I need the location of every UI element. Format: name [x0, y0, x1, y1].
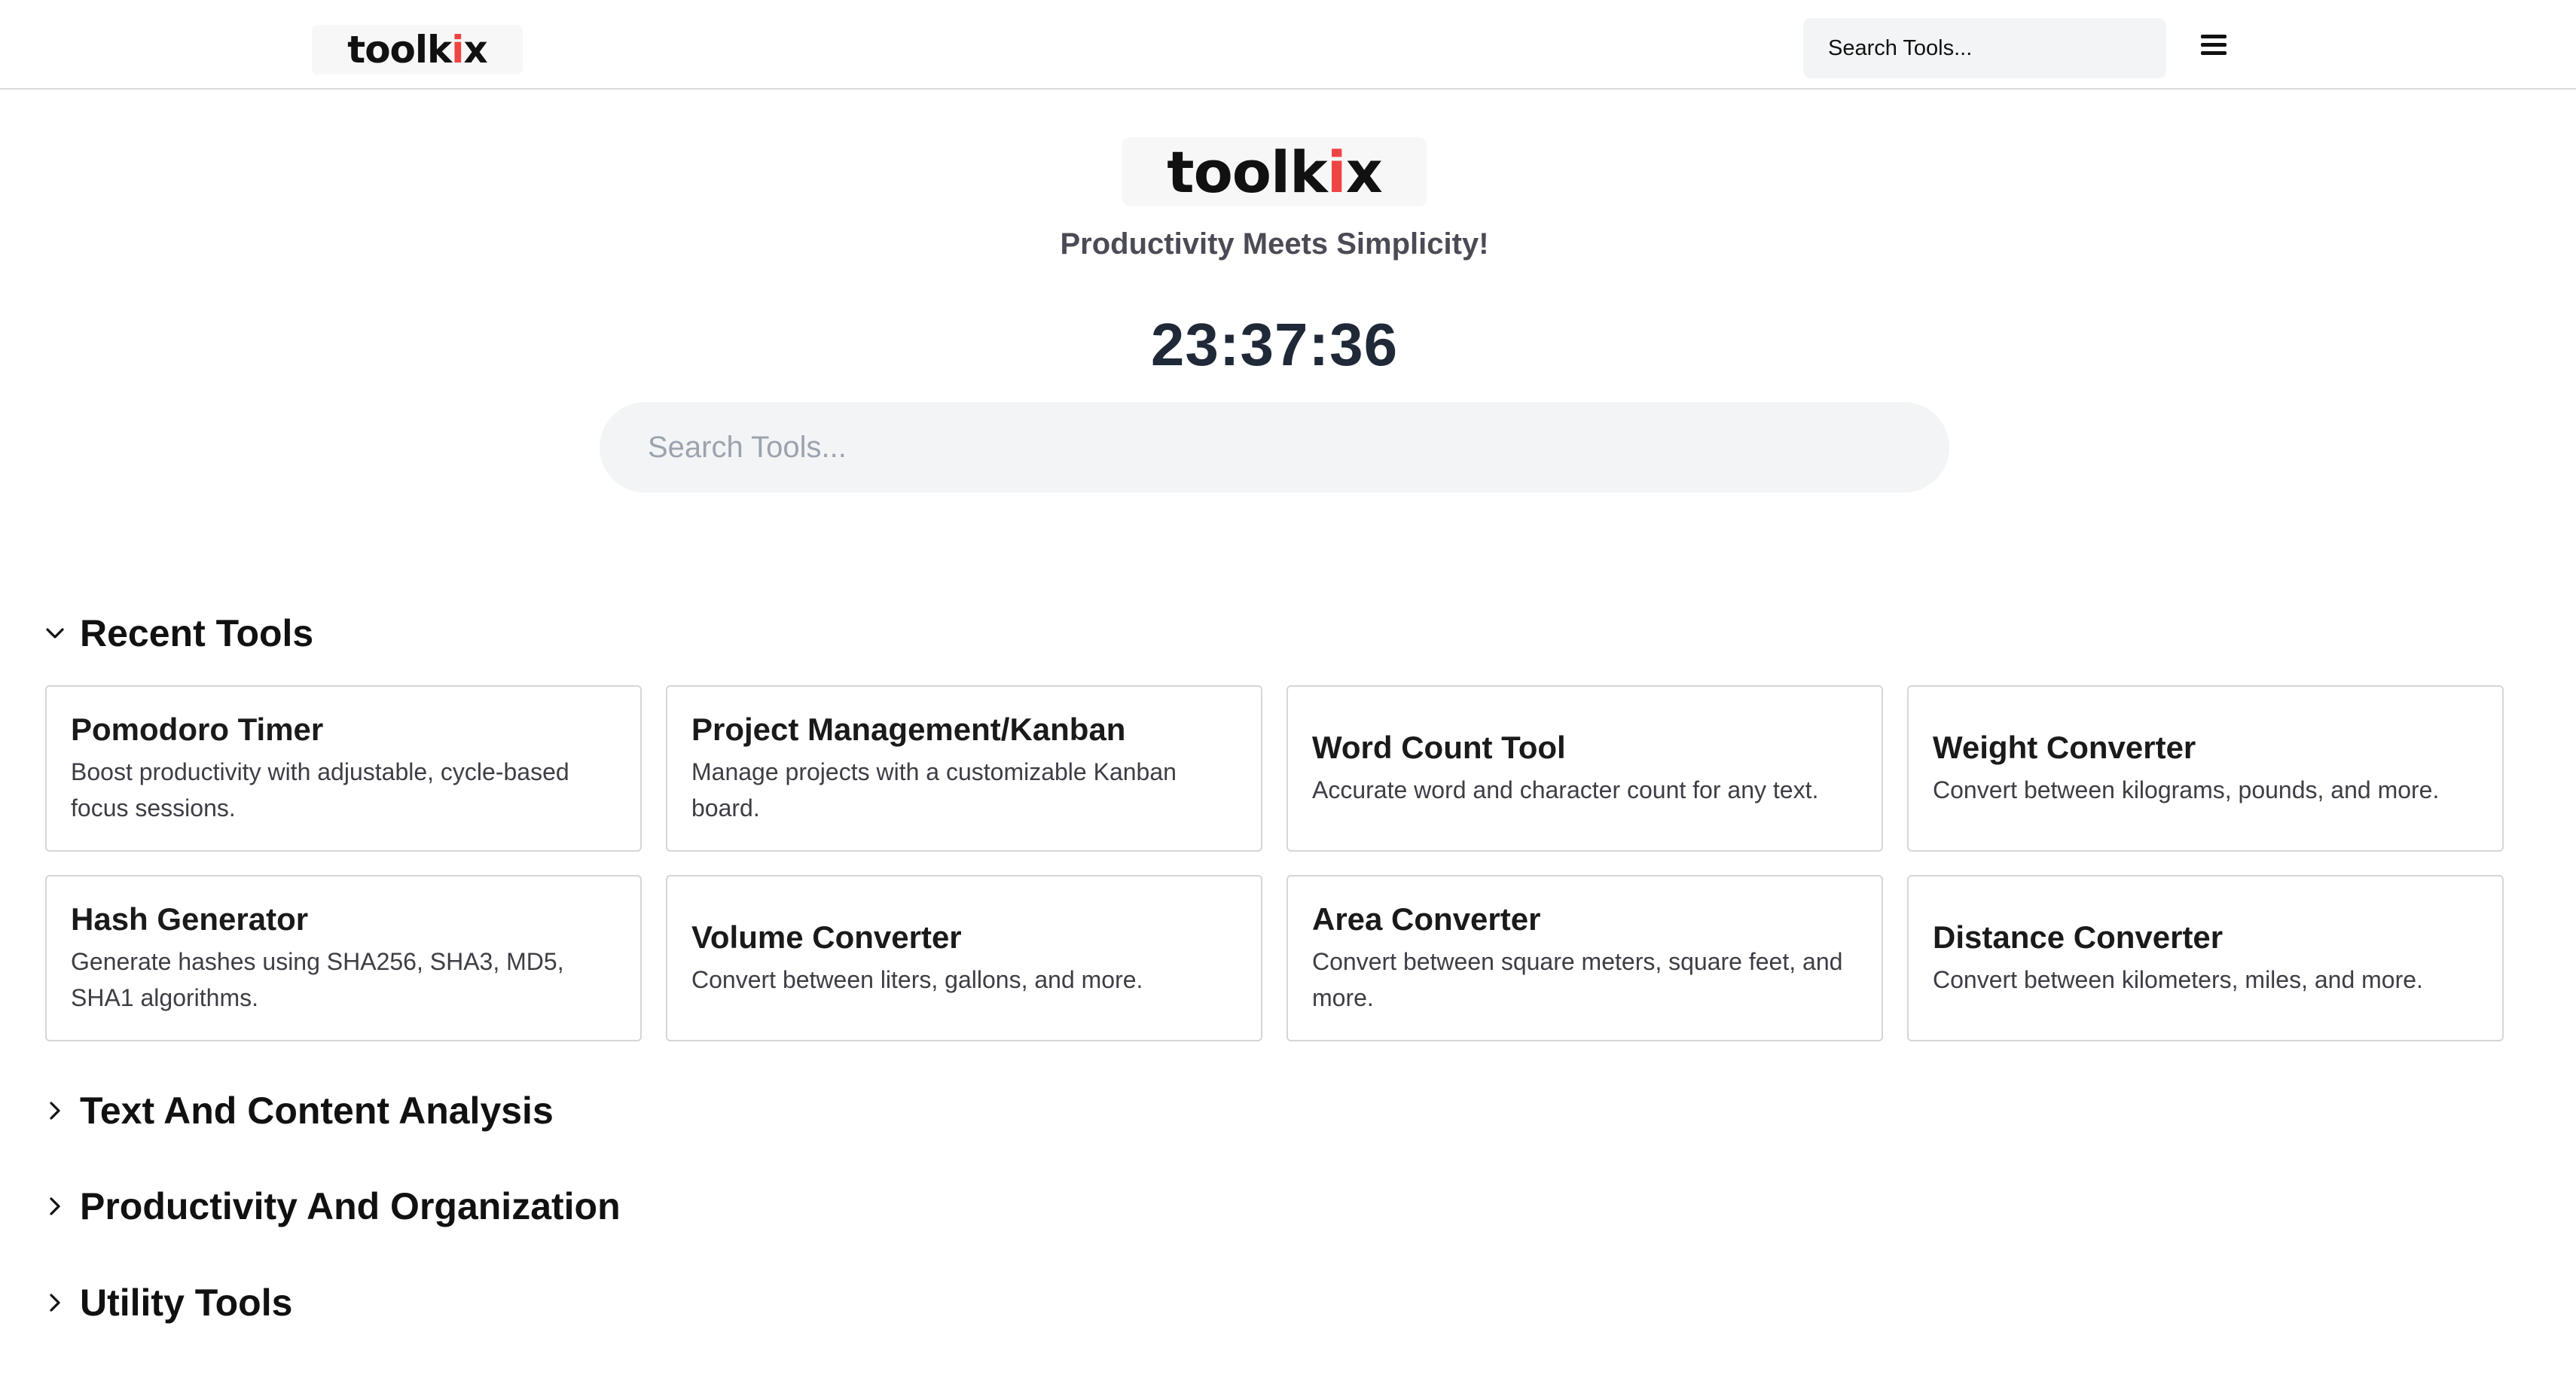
chevron-right-icon [44, 1195, 66, 1218]
section-text-content-analysis[interactable]: Text And Content Analysis [44, 1089, 554, 1133]
section-title: Productivity And Organization [80, 1185, 621, 1227]
tool-card-description: Manage projects with a customizable Kanb… [691, 758, 1177, 822]
tool-card-description: Convert between square meters, square fe… [1312, 947, 1843, 1011]
tool-card-title: Project Management/Kanban [691, 712, 1126, 748]
tool-card[interactable]: Word Count Tool Accurate word and charact… [1286, 685, 1883, 852]
section-title: Recent Tools [80, 612, 314, 654]
tool-card-title: Hash Generator [71, 901, 309, 937]
tool-card-title: Word Count Tool [1312, 730, 1566, 766]
clock-display: 23:37:36 [1150, 311, 1399, 378]
tool-card-description: Accurate word and character count for an… [1312, 776, 1819, 803]
section-productivity-organization[interactable]: Productivity And Organization [44, 1184, 621, 1228]
tool-card-description: Convert between liters, gallons, and mor… [691, 965, 1143, 993]
hamburger-menu-icon[interactable] [2201, 34, 2227, 56]
tool-card[interactable]: Weight Converter Convert between kilogram… [1907, 685, 2504, 852]
tool-card-title: Distance Converter [1933, 919, 2223, 956]
nav-search-input[interactable] [1803, 18, 2166, 78]
tool-card-title: Pomodoro Timer [71, 712, 324, 748]
tool-card-title: Area Converter [1312, 901, 1541, 937]
top-nav: toolkix [0, 0, 2576, 90]
logo-wordmark: toolkix [347, 28, 487, 72]
tool-card-description: Convert between kilograms, pounds, and m… [1933, 776, 2440, 803]
tool-card-title: Volume Converter [691, 919, 962, 956]
tool-card[interactable]: Project Management/Kanban Manage projects… [666, 685, 1262, 852]
hero-search-input[interactable] [600, 402, 1949, 492]
section-title: Text And Content Analysis [80, 1090, 554, 1132]
tool-card[interactable]: Hash Generator Generate hashes using SHA2… [45, 875, 642, 1041]
chevron-down-icon [44, 622, 66, 645]
section-recent-tools[interactable]: Recent Tools [44, 611, 313, 655]
tool-card[interactable]: Distance Converter Convert between kilome… [1907, 875, 2504, 1041]
nav-logo[interactable]: toolkix [312, 25, 523, 75]
chevron-right-icon [44, 1291, 66, 1314]
tagline: Productivity Meets Simplicity! [1060, 227, 1489, 261]
tool-card-description: Generate hashes using SHA256, SHA3, MD5,… [71, 947, 564, 1011]
tool-card[interactable]: Pomodoro Timer Boost productivity with ad… [45, 685, 642, 852]
tool-card-title: Weight Converter [1933, 730, 2196, 766]
tool-card-description: Boost productivity with adjustable, cycl… [71, 758, 569, 822]
chevron-right-icon [44, 1099, 66, 1122]
hero-logo-wordmark: toolkix [1167, 138, 1382, 206]
section-title: Utility Tools [80, 1282, 293, 1324]
section-utility-tools[interactable]: Utility Tools [44, 1281, 292, 1325]
tool-card[interactable]: Volume Converter Convert between liters, … [666, 875, 1262, 1041]
tool-card-description: Convert between kilometers, miles, and m… [1933, 965, 2423, 993]
hero-logo: toolkix [1122, 137, 1427, 206]
tool-card[interactable]: Area Converter Convert between square met… [1286, 875, 1883, 1041]
